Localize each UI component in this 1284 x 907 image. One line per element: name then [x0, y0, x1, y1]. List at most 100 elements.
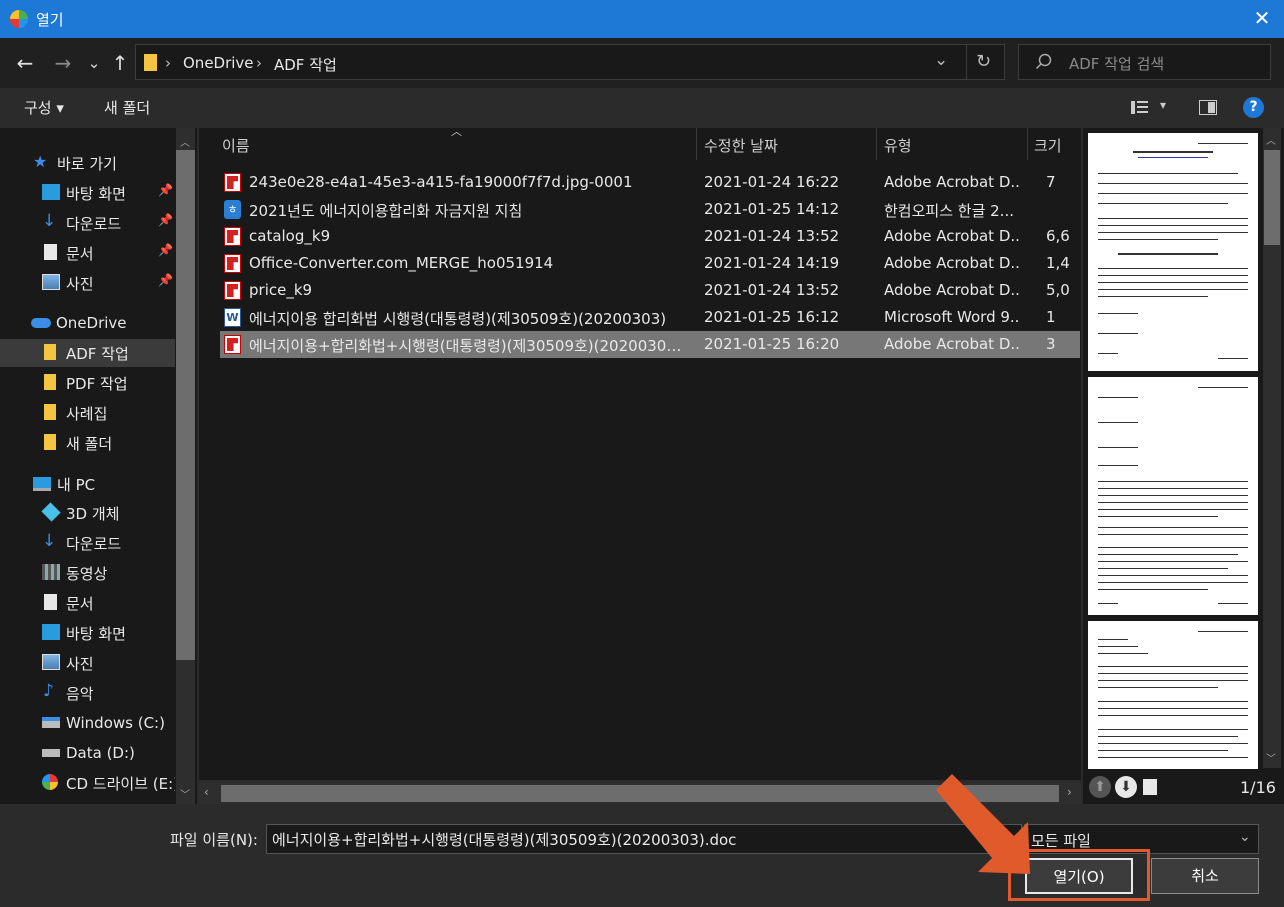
- computer-icon: [33, 477, 51, 491]
- address-bar[interactable]: › OneDrive › ADF 작업 ⌄ ↻: [135, 44, 1005, 80]
- nav-windows-drive[interactable]: Windows (C:): [0, 710, 175, 738]
- nav-quick-pictures[interactable]: 사진 📌: [0, 269, 175, 297]
- file-date: 2021-01-25 16:12: [704, 308, 840, 326]
- chevron-down-icon[interactable]: ⌄: [934, 50, 948, 70]
- cancel-button[interactable]: 취소: [1151, 858, 1259, 894]
- nav-this-pc[interactable]: 내 PC: [0, 470, 175, 498]
- filename-input[interactable]: [266, 824, 1022, 854]
- nav-pc-pictures[interactable]: 사진: [0, 649, 175, 677]
- view-options-icon[interactable]: [1131, 100, 1149, 115]
- nav-onedrive[interactable]: OneDrive: [0, 310, 175, 338]
- desktop-icon: [42, 624, 60, 640]
- navigation-pane: ★ 바로 가기 바탕 화면 📌 ↓ 다운로드 📌 문서 📌 사진 📌 OneDr…: [0, 128, 197, 804]
- pdf-file-icon: [224, 281, 241, 300]
- scroll-up-icon[interactable]: ︿: [1266, 132, 1276, 147]
- next-page-icon[interactable]: ⬇: [1115, 776, 1137, 798]
- cd-drive-icon: [42, 774, 58, 790]
- search-input[interactable]: ADF 작업 검색: [1018, 44, 1271, 80]
- chevron-down-icon: ⌄: [1239, 829, 1251, 845]
- preview-pane-icon[interactable]: [1199, 100, 1217, 115]
- file-size: 6,6: [1046, 227, 1070, 245]
- folder-icon: [44, 374, 56, 390]
- help-icon[interactable]: ?: [1243, 97, 1264, 118]
- file-row[interactable]: W 에너지이용 합리화법 시행령(대통령령)(제30509호)(20200303…: [220, 304, 1080, 331]
- nav-quick-desktop[interactable]: 바탕 화면 📌: [0, 179, 175, 207]
- column-divider[interactable]: [696, 128, 697, 160]
- file-size: 7: [1046, 173, 1056, 191]
- nav-label: 새 폴더: [66, 435, 113, 453]
- nav-new-folder[interactable]: 새 폴더: [0, 429, 175, 457]
- nav-cd-drive[interactable]: CD 드라이브 (E:): [0, 769, 175, 797]
- nav-pc-desktop[interactable]: 바탕 화면: [0, 619, 175, 647]
- folder-icon: [44, 434, 56, 450]
- desktop-icon: [42, 184, 60, 200]
- column-header-name[interactable]: 이름: [222, 135, 250, 156]
- nav-music[interactable]: ♪ 음악: [0, 679, 175, 707]
- file-name: catalog_k9: [249, 227, 331, 245]
- file-size: 1: [1046, 308, 1056, 326]
- back-button[interactable]: ←: [12, 50, 38, 76]
- up-button[interactable]: ↑: [107, 50, 133, 76]
- column-divider[interactable]: [1027, 128, 1028, 160]
- organize-button[interactable]: 구성 ▾: [24, 97, 64, 118]
- file-row[interactable]: price_k9 2021-01-24 13:52 Adobe Acrobat …: [220, 277, 1080, 304]
- preview-page: [1088, 621, 1258, 769]
- nav-scrollbar[interactable]: ︿ ﹀: [176, 128, 195, 804]
- nav-label: 바로 가기: [57, 155, 117, 173]
- folder-icon: [44, 344, 56, 360]
- file-date: 2021-01-24 13:52: [704, 281, 840, 299]
- breadcrumb-separator: ›: [165, 54, 171, 72]
- nav-quick-documents[interactable]: 문서 📌: [0, 239, 175, 267]
- breadcrumb-adf[interactable]: ADF 작업: [274, 54, 337, 75]
- nav-data-drive[interactable]: Data (D:): [0, 740, 175, 768]
- scroll-down-icon[interactable]: ﹀: [180, 786, 190, 801]
- filename-label: 파일 이름(N):: [170, 831, 258, 849]
- hwp-file-icon: ㅎ: [224, 200, 241, 219]
- scroll-down-icon[interactable]: ﹀: [1266, 750, 1276, 765]
- file-type: Adobe Acrobat D...: [884, 227, 1020, 245]
- nav-label: 내 PC: [57, 476, 96, 494]
- view-menu-arrow[interactable]: ▾: [1160, 98, 1166, 112]
- nav-pc-downloads[interactable]: ↓ 다운로드: [0, 529, 175, 557]
- scroll-up-icon[interactable]: ︿: [180, 134, 190, 149]
- scroll-right-icon[interactable]: ›: [1067, 785, 1072, 799]
- previous-page-icon[interactable]: ⬆: [1089, 776, 1111, 798]
- title-bar: 열기 ✕: [0, 0, 1284, 38]
- file-row-selected[interactable]: 에너지이용+합리화법+시행령(대통령령)(제30509호)(20200303).…: [220, 331, 1080, 358]
- breadcrumb-onedrive[interactable]: OneDrive: [183, 54, 254, 72]
- nav-quick-access[interactable]: ★ 바로 가기: [0, 149, 175, 177]
- close-icon[interactable]: ✕: [1248, 4, 1276, 32]
- column-header-size[interactable]: 크기: [1034, 135, 1062, 156]
- nav-adf-folder[interactable]: ADF 작업: [0, 339, 175, 367]
- column-header-type[interactable]: 유형: [884, 135, 912, 156]
- nav-pdf-folder[interactable]: PDF 작업: [0, 369, 175, 397]
- scroll-left-icon[interactable]: ‹: [204, 785, 209, 799]
- nav-label: 사례집: [66, 405, 108, 423]
- file-row[interactable]: catalog_k9 2021-01-24 13:52 Adobe Acroba…: [220, 223, 1080, 250]
- file-name: 2021년도 에너지이용합리화 자금지원 지침: [249, 202, 523, 220]
- new-folder-button[interactable]: 새 폴더: [104, 97, 150, 118]
- file-row[interactable]: 243e0e28-e4a1-45e3-a415-fa19000f7f7d.jpg…: [220, 169, 1080, 196]
- drive-icon: [42, 749, 60, 757]
- preview-scrollbar[interactable]: ︿ ﹀: [1263, 128, 1281, 768]
- nav-label: 바탕 화면: [66, 625, 126, 643]
- scroll-thumb[interactable]: [1264, 150, 1280, 245]
- column-header-modified[interactable]: 수정한 날짜: [704, 135, 778, 156]
- nav-quick-downloads[interactable]: ↓ 다운로드 📌: [0, 209, 175, 237]
- nav-pc-documents[interactable]: 문서: [0, 589, 175, 617]
- page-indicator: 1/16: [1240, 778, 1276, 797]
- forward-button[interactable]: →: [50, 50, 76, 76]
- file-date: 2021-01-25 16:20: [704, 335, 840, 353]
- nav-casebook-folder[interactable]: 사례집: [0, 399, 175, 427]
- refresh-icon[interactable]: ↻: [976, 51, 991, 72]
- cloud-icon: [31, 318, 51, 328]
- file-row[interactable]: ㅎ 2021년도 에너지이용합리화 자금지원 지침 2021-01-25 14:…: [220, 196, 1080, 223]
- file-row[interactable]: Office-Converter.com_MERGE_ho051914 2021…: [220, 250, 1080, 277]
- search-icon: [1035, 53, 1052, 70]
- page-view-icon[interactable]: [1143, 779, 1157, 795]
- scroll-thumb[interactable]: [176, 150, 195, 660]
- nav-videos[interactable]: 동영상: [0, 559, 175, 587]
- recent-locations-button[interactable]: ⌄: [81, 50, 107, 76]
- column-divider[interactable]: [876, 128, 877, 160]
- nav-3d-objects[interactable]: 3D 개체: [0, 499, 175, 527]
